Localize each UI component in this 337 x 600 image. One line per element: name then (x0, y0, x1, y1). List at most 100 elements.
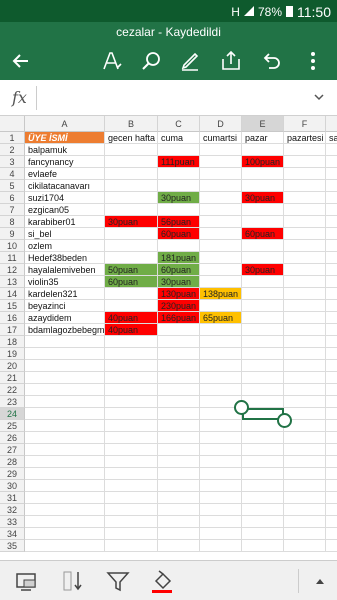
cell-f17[interactable] (284, 324, 326, 336)
cell-b19[interactable] (105, 348, 158, 360)
cell-d28[interactable] (200, 456, 242, 468)
cell-e21[interactable] (242, 372, 284, 384)
cell-f16[interactable] (284, 312, 326, 324)
cell-b6[interactable] (105, 192, 158, 204)
cell-d7[interactable] (200, 204, 242, 216)
row-header-32[interactable]: 32 (0, 504, 25, 516)
cell-d35[interactable] (200, 540, 242, 552)
cell-g4[interactable] (326, 168, 337, 180)
cell-e8[interactable] (242, 216, 284, 228)
cell-e14[interactable] (242, 288, 284, 300)
cell-a1[interactable]: ÜYE İSMİ (25, 132, 105, 144)
cell-f34[interactable] (284, 528, 326, 540)
cell-e5[interactable] (242, 180, 284, 192)
cell-e4[interactable] (242, 168, 284, 180)
cell-a34[interactable] (25, 528, 105, 540)
row-header-35[interactable]: 35 (0, 540, 25, 552)
cell-f10[interactable] (284, 240, 326, 252)
cell-c28[interactable] (158, 456, 200, 468)
cell-c11[interactable]: 181puan (158, 252, 200, 264)
cell-f22[interactable] (284, 384, 326, 396)
cell-b29[interactable] (105, 468, 158, 480)
cell-c7[interactable] (158, 204, 200, 216)
cell-e16[interactable] (242, 312, 284, 324)
cell-a26[interactable] (25, 432, 105, 444)
cell-c29[interactable] (158, 468, 200, 480)
cell-a22[interactable] (25, 384, 105, 396)
search-icon[interactable] (138, 48, 164, 74)
cell-e30[interactable] (242, 480, 284, 492)
row-header-9[interactable]: 9 (0, 228, 25, 240)
column-header-b[interactable]: B (105, 116, 158, 132)
cell-d30[interactable] (200, 480, 242, 492)
cell-e17[interactable] (242, 324, 284, 336)
cell-g6[interactable] (326, 192, 337, 204)
cell-a20[interactable] (25, 360, 105, 372)
row-header-1[interactable]: 1 (0, 132, 25, 144)
cell-f5[interactable] (284, 180, 326, 192)
cell-e34[interactable] (242, 528, 284, 540)
cell-a27[interactable] (25, 444, 105, 456)
cell-b13[interactable]: 60puan (105, 276, 158, 288)
row-header-27[interactable]: 27 (0, 444, 25, 456)
cell-e6[interactable]: 30puan (242, 192, 284, 204)
formula-input[interactable] (44, 90, 294, 106)
fill-color-icon[interactable] (148, 567, 176, 595)
cell-g32[interactable] (326, 504, 337, 516)
cell-f9[interactable] (284, 228, 326, 240)
cell-f35[interactable] (284, 540, 326, 552)
cell-d34[interactable] (200, 528, 242, 540)
cell-d16[interactable]: 65puan (200, 312, 242, 324)
cell-f13[interactable] (284, 276, 326, 288)
cell-g17[interactable] (326, 324, 337, 336)
cell-b21[interactable] (105, 372, 158, 384)
row-header-16[interactable]: 16 (0, 312, 25, 324)
cell-f6[interactable] (284, 192, 326, 204)
cell-g19[interactable] (326, 348, 337, 360)
cell-a32[interactable] (25, 504, 105, 516)
cell-e18[interactable] (242, 336, 284, 348)
cell-e11[interactable] (242, 252, 284, 264)
cell-c6[interactable]: 30puan (158, 192, 200, 204)
cell-g13[interactable] (326, 276, 337, 288)
cell-a7[interactable]: ezgican05 (25, 204, 105, 216)
cell-d8[interactable] (200, 216, 242, 228)
cell-c34[interactable] (158, 528, 200, 540)
cell-g5[interactable] (326, 180, 337, 192)
cell-b4[interactable] (105, 168, 158, 180)
cell-f8[interactable] (284, 216, 326, 228)
cell-d4[interactable] (200, 168, 242, 180)
cell-c2[interactable] (158, 144, 200, 156)
cell-g29[interactable] (326, 468, 337, 480)
cell-c21[interactable] (158, 372, 200, 384)
cell-d15[interactable] (200, 300, 242, 312)
cell-e12[interactable]: 30puan (242, 264, 284, 276)
cell-c35[interactable] (158, 540, 200, 552)
cell-d32[interactable] (200, 504, 242, 516)
row-header-11[interactable]: 11 (0, 252, 25, 264)
cell-b20[interactable] (105, 360, 158, 372)
cell-a17[interactable]: bdamlagozbebegm (25, 324, 105, 336)
cell-b17[interactable]: 40puan (105, 324, 158, 336)
cell-b33[interactable] (105, 516, 158, 528)
cell-a6[interactable]: suzi1704 (25, 192, 105, 204)
row-header-31[interactable]: 31 (0, 492, 25, 504)
cell-f33[interactable] (284, 516, 326, 528)
cell-b22[interactable] (105, 384, 158, 396)
cell-f27[interactable] (284, 444, 326, 456)
cell-d33[interactable] (200, 516, 242, 528)
cell-e9[interactable]: 60puan (242, 228, 284, 240)
row-header-29[interactable]: 29 (0, 468, 25, 480)
pen-format-icon[interactable] (99, 48, 125, 74)
row-header-13[interactable]: 13 (0, 276, 25, 288)
cell-b5[interactable] (105, 180, 158, 192)
cell-f15[interactable] (284, 300, 326, 312)
cell-d25[interactable] (200, 420, 242, 432)
cell-c22[interactable] (158, 384, 200, 396)
cell-c16[interactable]: 166puan (158, 312, 200, 324)
cell-g10[interactable] (326, 240, 337, 252)
row-header-14[interactable]: 14 (0, 288, 25, 300)
cell-c32[interactable] (158, 504, 200, 516)
cell-d6[interactable] (200, 192, 242, 204)
cell-g8[interactable] (326, 216, 337, 228)
